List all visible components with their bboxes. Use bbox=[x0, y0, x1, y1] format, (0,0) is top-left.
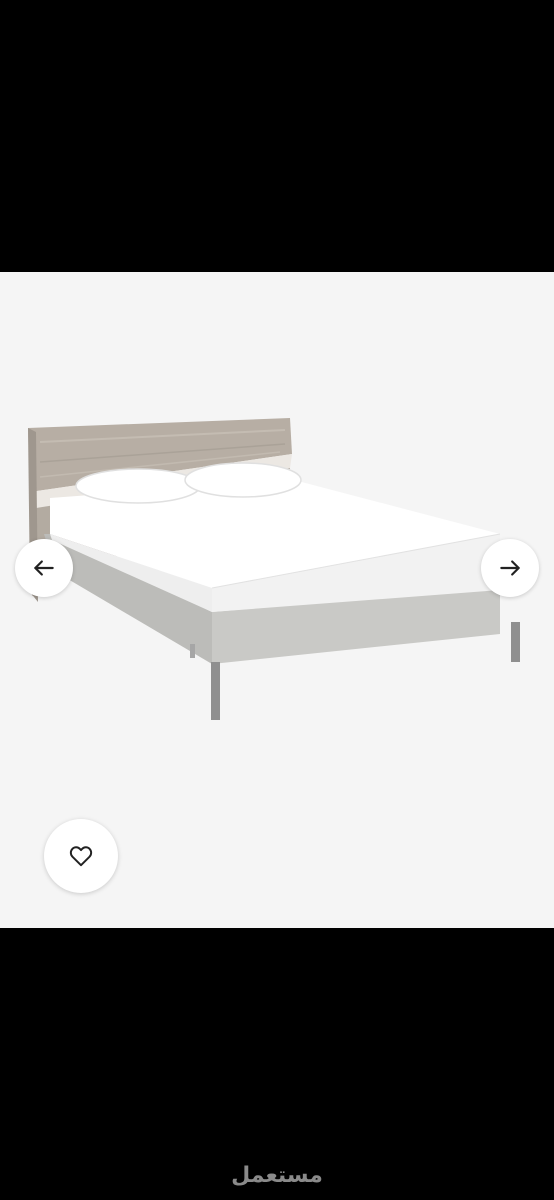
pillow-right bbox=[184, 462, 302, 498]
leg-front-left bbox=[211, 662, 220, 720]
arrow-right-icon bbox=[500, 560, 520, 576]
leg-front-right bbox=[511, 622, 520, 662]
screen: مستعمل bbox=[0, 0, 554, 1200]
bottom-black-band bbox=[0, 928, 554, 1200]
heart-icon bbox=[69, 846, 93, 867]
favorite-button[interactable] bbox=[44, 819, 118, 893]
arrow-left-icon bbox=[34, 560, 54, 576]
pillow-left bbox=[75, 468, 201, 504]
product-image-gallery[interactable] bbox=[0, 272, 554, 928]
watermark-logo: مستعمل bbox=[231, 1163, 323, 1188]
top-black-band bbox=[0, 0, 554, 272]
leg-back bbox=[190, 644, 195, 658]
next-image-button[interactable] bbox=[481, 539, 539, 597]
previous-image-button[interactable] bbox=[15, 539, 73, 597]
